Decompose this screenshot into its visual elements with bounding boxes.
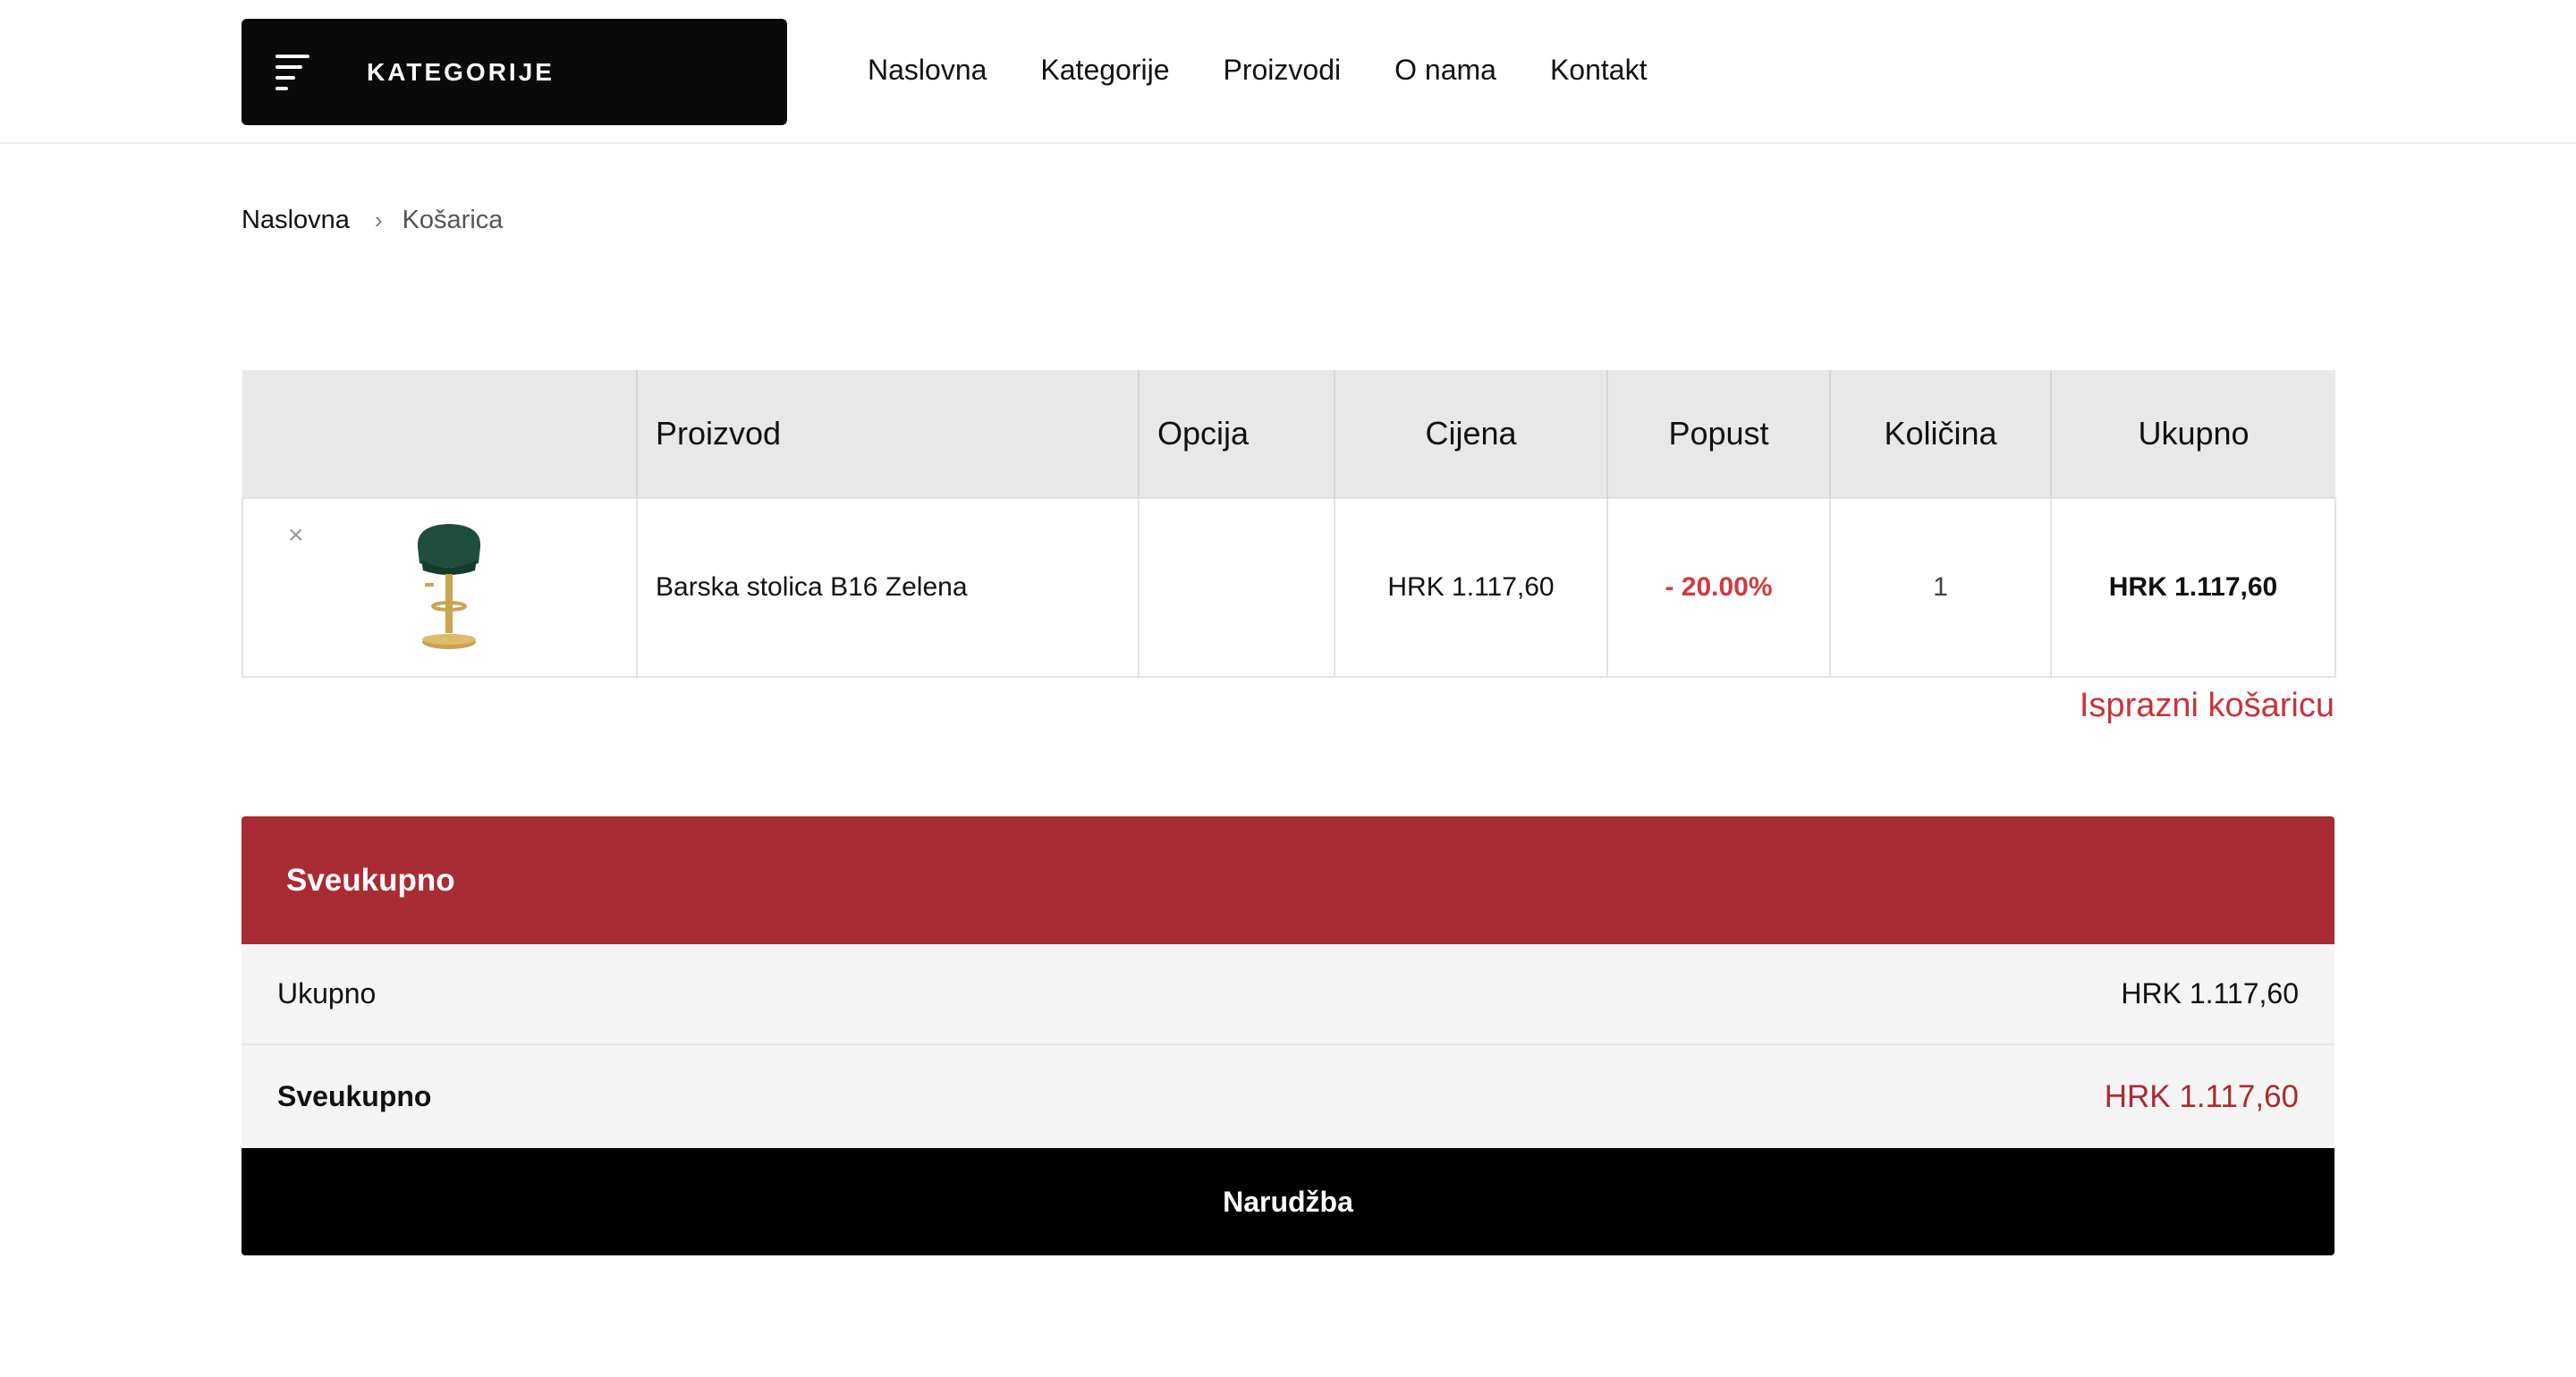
order-button[interactable]: Narudžba	[242, 1148, 2334, 1255]
breadcrumb-current: Košarica	[402, 205, 504, 234]
col-total: Ukupno	[2050, 370, 2335, 498]
empty-cart-link[interactable]: Isprazni košaricu	[2080, 687, 2334, 725]
col-quantity: Količina	[1829, 370, 2051, 498]
image-cell: ×	[242, 497, 638, 678]
col-price: Cijena	[1334, 370, 1607, 498]
product-total: HRK 1.117,60	[2050, 497, 2336, 678]
summary-title: Sveukupno	[242, 816, 2334, 944]
breadcrumb: Naslovna › Košarica	[242, 202, 503, 238]
nav-link-o-nama[interactable]: O nama	[1394, 54, 1496, 87]
cart-header-row: Proizvod Opcija Cijena Popust Količina U…	[242, 370, 2335, 498]
summary-subtotal-row: Ukupno HRK 1.117,60	[242, 944, 2334, 1045]
col-discount: Popust	[1606, 370, 1830, 498]
product-discount: - 20.00%	[1606, 497, 1831, 678]
grand-total-value: HRK 1.117,60	[2104, 1078, 2299, 1114]
product-price: HRK 1.117,60	[1334, 497, 1608, 678]
col-image	[242, 370, 637, 498]
col-option: Opcija	[1138, 370, 1335, 498]
nav-link-proizvodi[interactable]: Proizvodi	[1224, 54, 1342, 87]
col-product: Proizvod	[636, 370, 1139, 498]
menu-icon	[275, 55, 311, 90]
nav-link-naslovna[interactable]: Naslovna	[868, 54, 987, 87]
categories-label: KATEGORIJE	[367, 58, 555, 86]
subtotal-value: HRK 1.117,60	[2121, 977, 2299, 1010]
nav-link-kategorije[interactable]: Kategorije	[1040, 54, 1169, 87]
main-nav: Naslovna Kategorije Proizvodi O nama Kon…	[868, 0, 1700, 139]
close-icon[interactable]: ×	[288, 520, 304, 551]
cart-table: Proizvod Opcija Cijena Popust Količina U…	[242, 370, 2336, 678]
product-quantity[interactable]: 1	[1829, 497, 2052, 678]
product-name[interactable]: Barska stolica B16 Zelena	[636, 497, 1140, 678]
nav-link-kontakt[interactable]: Kontakt	[1550, 54, 1648, 87]
breadcrumb-home[interactable]: Naslovna	[242, 206, 350, 235]
product-option	[1138, 497, 1335, 678]
categories-button[interactable]: KATEGORIJE	[242, 19, 787, 125]
breadcrumb-separator-icon: ›	[374, 206, 383, 233]
summary-grand-row: Sveukupno HRK 1.117,60	[242, 1045, 2334, 1148]
table-row: × Barska stolica B16 Zelena HRK 1.117,60…	[242, 497, 2336, 678]
cart-summary: Sveukupno Ukupno HRK 1.117,60 Sveukupno …	[242, 816, 2334, 1255]
subtotal-label: Ukupno	[277, 977, 377, 1010]
grand-total-label: Sveukupno	[277, 1080, 432, 1112]
site-header: KATEGORIJE Naslovna Kategorije Proizvodi…	[0, 0, 2576, 144]
bar-stool-image[interactable]	[400, 520, 498, 655]
